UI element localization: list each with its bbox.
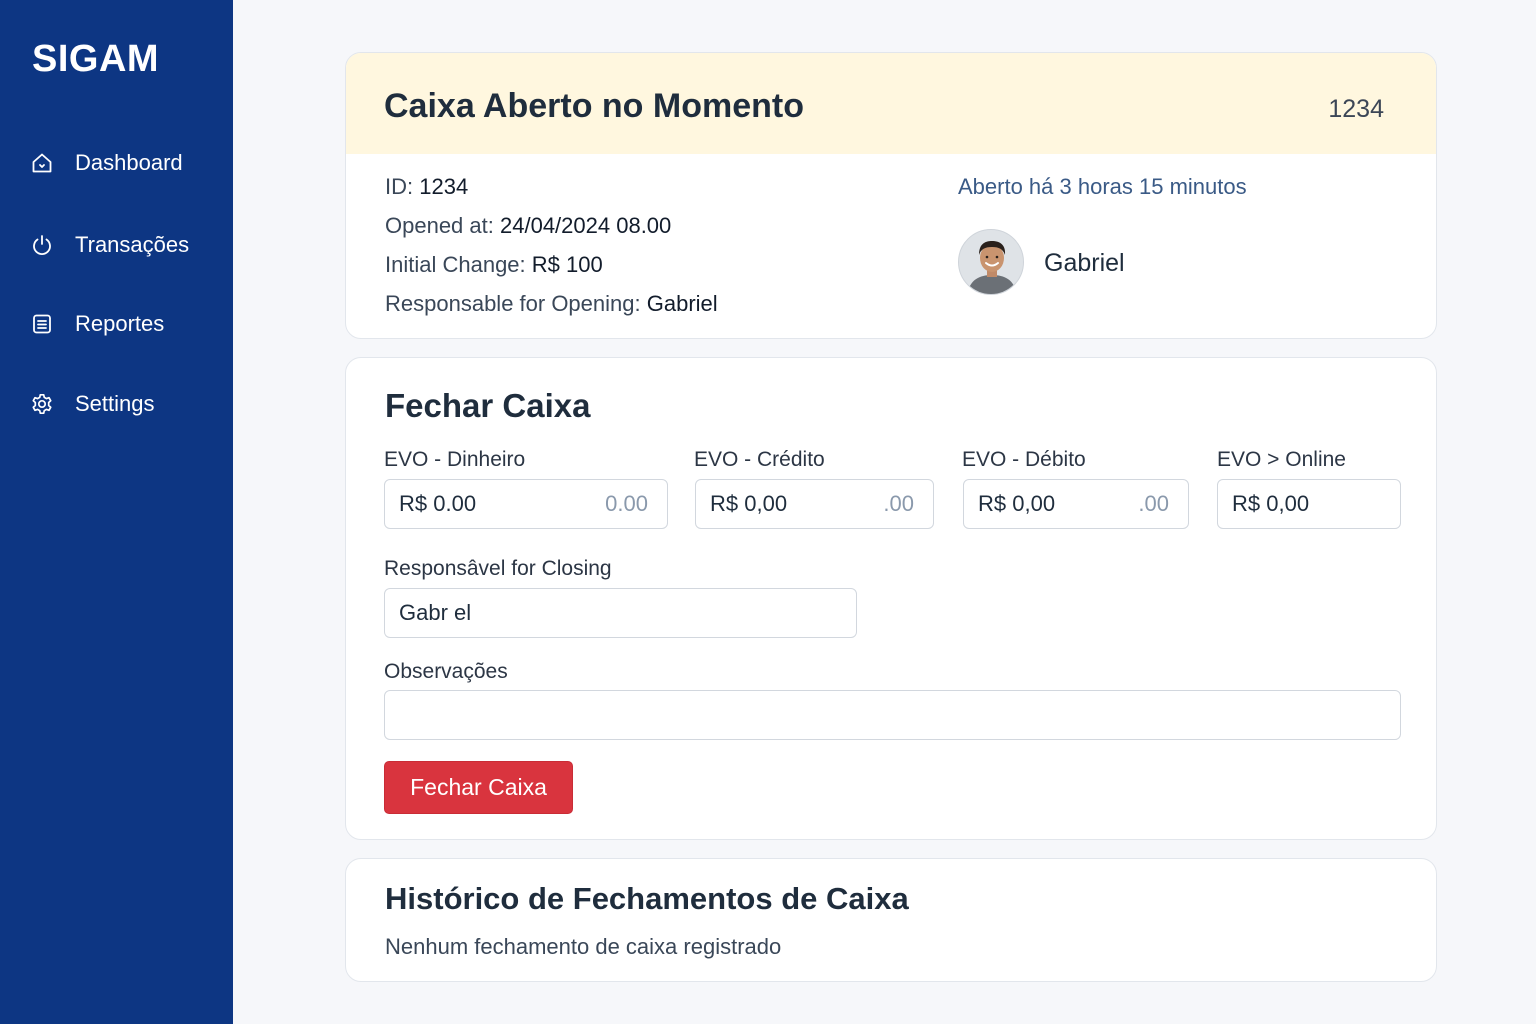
sidebar-item-label: Dashboard <box>75 150 183 175</box>
sidebar-item-dashboard[interactable]: Dashboard <box>30 143 220 183</box>
opening-responsible-label: Responsable for Opening: <box>385 291 641 316</box>
sidebar: SIGAM Dashboard Transações Reportes Sett… <box>0 0 233 1024</box>
opened-at: Opened at: 24/04/2024 08.00 <box>385 213 671 239</box>
closing-history-title: Histórico de Fechamentos de Caixa <box>385 881 909 916</box>
evo-debito-label: EVO - Débito <box>962 448 1086 471</box>
opening-responsible: Responsable for Opening: Gabriel <box>385 291 718 317</box>
sidebar-item-reportes[interactable]: Reportes <box>30 304 220 344</box>
evo-credito-label: EVO - Crédito <box>694 448 825 471</box>
avatar <box>958 229 1024 295</box>
initial-change-label: Initial Change: <box>385 252 526 277</box>
app-logo: SIGAM <box>32 38 160 80</box>
register-id-value: 1234 <box>419 174 469 199</box>
closing-history-empty: Nenhum fechamento de caixa registrado <box>385 934 782 959</box>
opened-at-label: Opened at: <box>385 213 494 238</box>
open-register-title: Caixa Aberto no Momento <box>384 87 804 125</box>
opening-responsible-value: Gabriel <box>646 291 718 316</box>
evo-dinheiro-input[interactable]: R$ 0.00 0.00 <box>384 479 668 529</box>
closing-history-card: Histórico de Fechamentos de Caixa Nenhum… <box>345 858 1437 982</box>
closing-responsible-value: Gabr el <box>399 600 472 625</box>
initial-change-value: R$ 100 <box>531 252 603 277</box>
power-icon <box>30 233 54 257</box>
evo-online-value: R$ 0,00 <box>1232 491 1310 516</box>
sidebar-item-label: Reportes <box>75 311 165 336</box>
sidebar-item-label: Transações <box>75 232 190 257</box>
sidebar-item-transacoes[interactable]: Transações <box>30 225 220 265</box>
evo-dinheiro-label: EVO - Dinheiro <box>384 448 526 471</box>
evo-dinheiro-placeholder: 0.00 <box>605 491 648 516</box>
close-register-card: Fechar Caixa EVO - Dinheiro R$ 0.00 0.00… <box>345 357 1437 840</box>
evo-debito-input[interactable]: R$ 0,00 .00 <box>963 479 1189 529</box>
home-icon <box>30 151 54 175</box>
user-name: Gabriel <box>1044 249 1125 277</box>
evo-credito-value: R$ 0,00 <box>710 491 788 516</box>
evo-debito-placeholder: .00 <box>1138 491 1169 516</box>
gear-icon <box>30 392 54 416</box>
open-register-card: Caixa Aberto no Momento 1234 ID: 1234 Op… <box>345 52 1437 339</box>
evo-dinheiro-value: R$ 0.00 <box>399 491 477 516</box>
evo-credito-input[interactable]: R$ 0,00 .00 <box>695 479 934 529</box>
evo-online-input[interactable]: R$ 0,00 <box>1217 479 1401 529</box>
register-id-label: ID: <box>385 174 414 199</box>
close-register-button[interactable]: Fechar Caixa <box>384 761 573 814</box>
initial-change: Initial Change: R$ 100 <box>385 252 603 278</box>
open-register-header: Caixa Aberto no Momento 1234 <box>346 53 1436 154</box>
register-id-badge: 1234 <box>1328 95 1384 123</box>
evo-debito-value: R$ 0,00 <box>978 491 1056 516</box>
elapsed-time: Aberto há 3 horas 15 minutos <box>958 174 1247 199</box>
evo-online-label: EVO > Online <box>1217 448 1346 471</box>
close-register-title: Fechar Caixa <box>385 387 591 424</box>
observations-label: Observações <box>384 660 508 683</box>
sidebar-item-settings[interactable]: Settings <box>30 384 220 424</box>
closing-responsible-input[interactable]: Gabr el <box>384 588 857 638</box>
observations-input[interactable] <box>384 690 1401 740</box>
document-icon <box>30 312 54 336</box>
register-id: ID: 1234 <box>385 174 468 200</box>
evo-credito-placeholder: .00 <box>883 491 914 516</box>
closing-responsible-label: Responsâvel for Closing <box>384 557 612 580</box>
sidebar-item-label: Settings <box>75 391 155 416</box>
opened-at-value: 24/04/2024 08.00 <box>500 213 672 238</box>
